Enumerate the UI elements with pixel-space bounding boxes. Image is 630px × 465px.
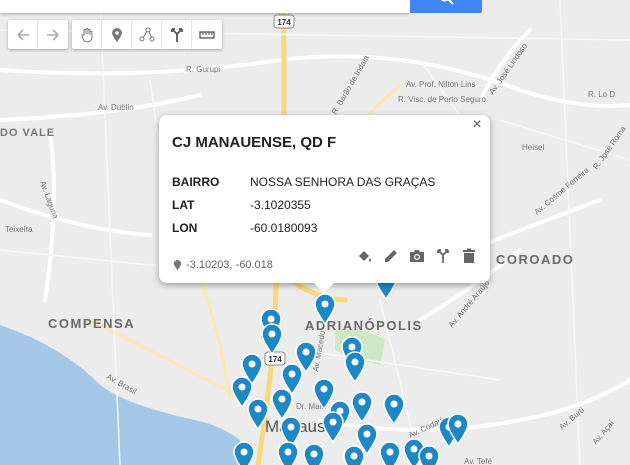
label-nilton: Av. Prof. Nilton Lins bbox=[406, 80, 476, 89]
map-marker-dot bbox=[358, 398, 366, 406]
route-icon bbox=[170, 27, 183, 42]
ruler-button[interactable] bbox=[192, 20, 222, 49]
map-marker-dot bbox=[267, 315, 275, 323]
row-key: LAT bbox=[172, 198, 195, 212]
svg-text:174: 174 bbox=[277, 18, 291, 27]
row-value: NOSSA SENHORA DAS GRAÇAS bbox=[250, 175, 436, 189]
marker-icon bbox=[111, 27, 122, 42]
map-marker-dot bbox=[238, 383, 246, 391]
map-marker-dot bbox=[350, 452, 358, 460]
location-pin-icon bbox=[173, 259, 182, 270]
close-button[interactable]: × bbox=[468, 116, 486, 134]
paint-bucket-icon[interactable] bbox=[356, 247, 374, 265]
route-button[interactable] bbox=[162, 20, 192, 49]
map-marker-dot bbox=[287, 423, 295, 431]
camera-icon[interactable] bbox=[408, 247, 426, 265]
map-marker-dot bbox=[321, 300, 329, 308]
hand-icon bbox=[80, 27, 92, 43]
map-marker-dot bbox=[288, 370, 296, 378]
map-marker-dot bbox=[454, 420, 462, 428]
ruler-icon bbox=[199, 30, 215, 39]
label-tefe: Av. Tefé bbox=[464, 457, 493, 465]
map-marker-dot bbox=[348, 343, 356, 351]
label-compensa: COMPENSA bbox=[48, 316, 135, 331]
row-value: -3.1020355 bbox=[250, 198, 311, 212]
map-marker-dot bbox=[390, 400, 398, 408]
map-marker-dot bbox=[278, 395, 286, 403]
delete-icon[interactable] bbox=[460, 247, 478, 265]
info-popup: CJ MANAUENSE, QD F × BAIRRO NOSSA SENHORA… bbox=[159, 115, 490, 293]
map-marker-dot bbox=[386, 448, 394, 456]
label-dublin: Av. Dublin bbox=[98, 103, 134, 112]
pan-button[interactable] bbox=[72, 20, 102, 49]
popup-actions bbox=[356, 247, 478, 265]
popup-row-bairro: BAIRRO NOSSA SENHORA DAS GRAÇAS bbox=[172, 175, 435, 189]
map-marker-dot bbox=[248, 360, 256, 368]
map-marker-dot bbox=[329, 418, 337, 426]
edit-icon[interactable] bbox=[382, 247, 400, 265]
label-gurupi: R. Gurupi bbox=[186, 65, 220, 74]
search-icon bbox=[441, 0, 454, 5]
map-marker-dot bbox=[320, 385, 328, 393]
popup-coords: -3.10203, -60.018 bbox=[172, 259, 273, 271]
label-lo: R. Lo D bbox=[588, 90, 615, 99]
add-marker-button[interactable] bbox=[102, 20, 132, 49]
draw-line-button[interactable] bbox=[132, 20, 162, 49]
map-marker-dot bbox=[268, 330, 276, 338]
map-marker-dot bbox=[363, 430, 371, 438]
map-marker-dot bbox=[351, 358, 359, 366]
row-value: -60.0180093 bbox=[250, 221, 318, 235]
redo-icon bbox=[47, 28, 59, 41]
row-key: LON bbox=[172, 221, 198, 235]
label-teixeira: Teixeira bbox=[5, 225, 33, 234]
search-input[interactable] bbox=[0, 0, 410, 13]
coords-text: -3.10203, -60.018 bbox=[186, 259, 273, 271]
route-icon[interactable] bbox=[434, 247, 452, 265]
map-marker-dot bbox=[425, 452, 433, 460]
draw-line-icon bbox=[139, 27, 154, 41]
label-coroado: COROADO bbox=[496, 252, 574, 267]
map-marker-dot bbox=[240, 448, 248, 456]
row-key: BAIRRO bbox=[172, 175, 220, 189]
map-toolbar bbox=[8, 20, 222, 49]
label-dovale: DO VALE bbox=[0, 127, 55, 139]
map-marker-dot bbox=[302, 348, 310, 356]
popup-title: CJ MANAUENSE, QD F bbox=[172, 134, 337, 151]
map-marker-dot bbox=[254, 405, 262, 413]
label-visc: R. Visc. de Porto Seguro bbox=[398, 95, 486, 104]
map-marker-dot bbox=[310, 450, 318, 458]
redo-button[interactable] bbox=[38, 20, 68, 49]
label-heisel: Heisel bbox=[522, 143, 544, 152]
search-button[interactable] bbox=[410, 0, 482, 13]
map-marker-dot bbox=[284, 448, 292, 456]
popup-row-lat: LAT -3.1020355 bbox=[172, 198, 311, 212]
svg-text:174: 174 bbox=[268, 355, 282, 364]
undo-button[interactable] bbox=[8, 20, 38, 49]
map-marker-dot bbox=[410, 445, 418, 453]
popup-row-lon: LON -60.0180093 bbox=[172, 221, 317, 235]
undo-icon bbox=[16, 28, 29, 41]
